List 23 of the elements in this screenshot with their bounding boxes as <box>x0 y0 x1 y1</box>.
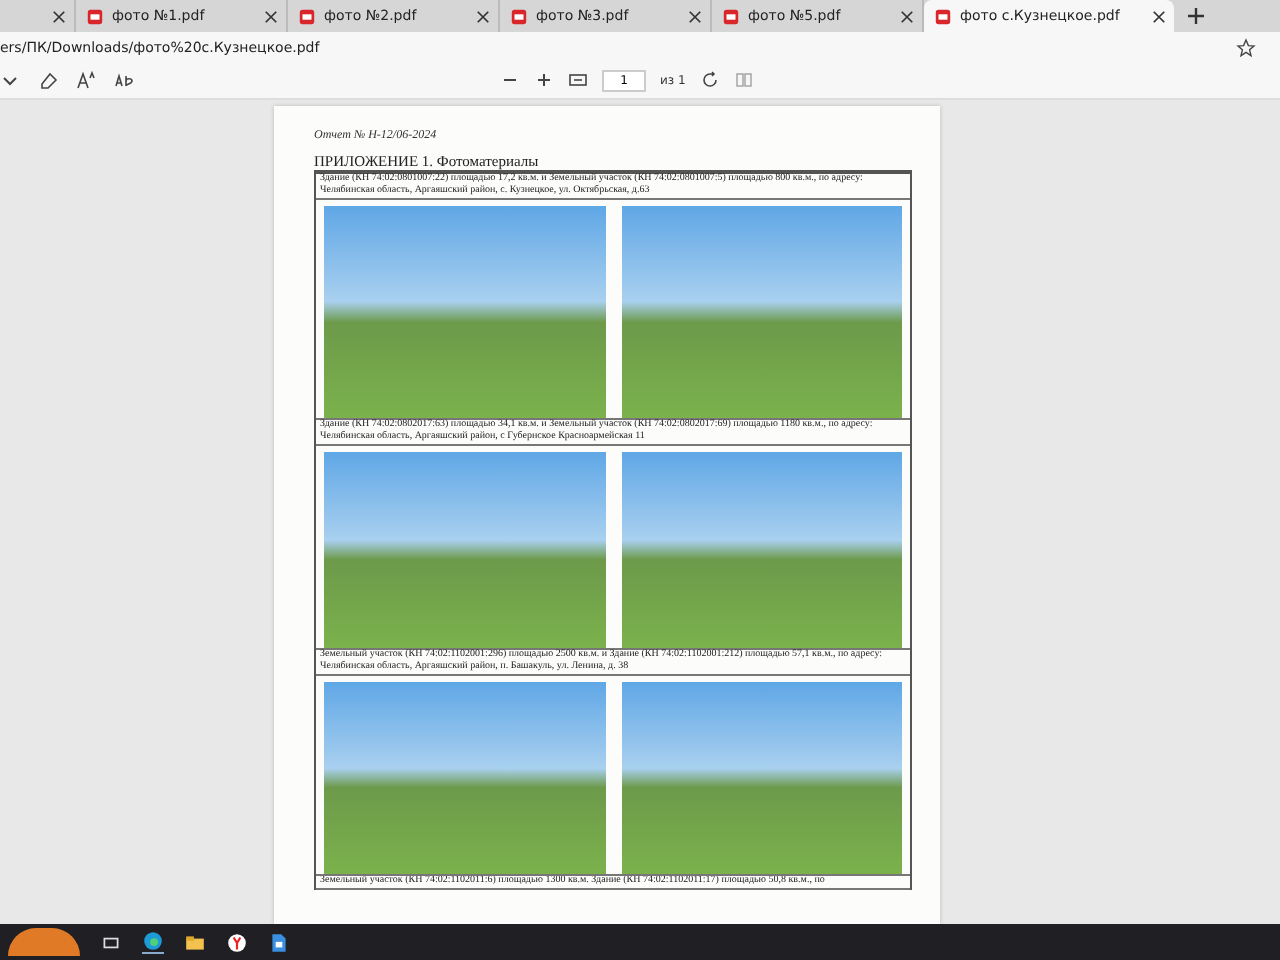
document-icon[interactable] <box>268 931 290 953</box>
close-icon[interactable] <box>264 9 278 23</box>
pdf-icon <box>298 7 316 25</box>
fit-page-icon[interactable] <box>568 70 588 90</box>
pdf-icon <box>86 7 104 25</box>
eraser-icon[interactable] <box>38 70 58 90</box>
zoom-in-icon[interactable] <box>534 70 554 90</box>
star-icon[interactable] <box>1236 37 1256 57</box>
browser-icon[interactable] <box>142 930 164 954</box>
close-icon[interactable] <box>688 9 702 23</box>
close-icon[interactable] <box>476 9 490 23</box>
close-icon[interactable] <box>52 9 66 23</box>
new-tab-icon[interactable] <box>1186 6 1206 26</box>
close-icon[interactable] <box>1152 9 1166 23</box>
rotate-icon[interactable] <box>699 70 720 90</box>
translate-icon[interactable] <box>114 70 134 90</box>
y-logo-icon[interactable] <box>226 931 248 953</box>
pdf-icon <box>510 7 528 25</box>
close-icon[interactable] <box>900 9 914 23</box>
folder-icon[interactable] <box>184 931 206 953</box>
pdf-icon <box>722 7 740 25</box>
pdf-icon <box>934 7 952 25</box>
text-size-icon[interactable] <box>76 70 96 90</box>
